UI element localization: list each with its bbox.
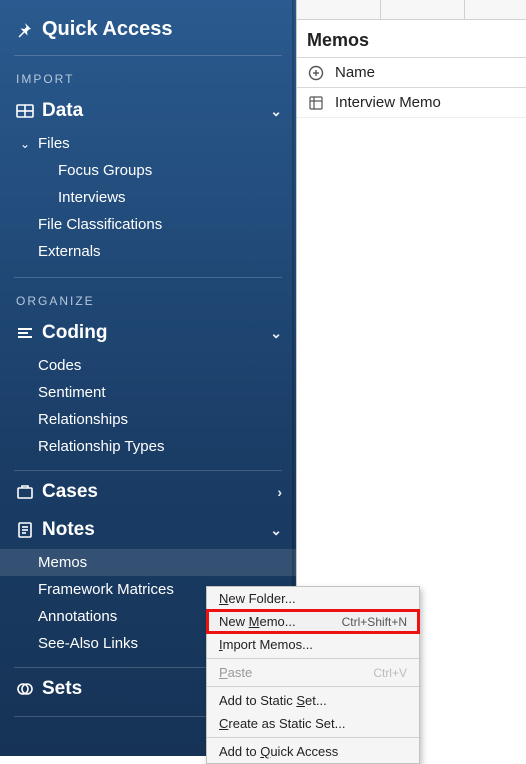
list-item-name: Interview Memo [335, 94, 441, 111]
category-notes[interactable]: Notes ⌄ [0, 511, 296, 549]
chevron-down-icon: ⌄ [270, 522, 282, 539]
sets-icon [14, 680, 36, 698]
menu-separator [207, 686, 419, 687]
menu-label: New Folder... [219, 591, 407, 606]
category-coding[interactable]: Coding ⌄ [0, 314, 296, 352]
menu-label: Import Memos... [219, 637, 407, 652]
label: Memos [38, 554, 87, 571]
sidebar-item-sentiment[interactable]: Sentiment [0, 379, 296, 406]
notes-icon [14, 521, 36, 539]
menu-accel: Ctrl+Shift+N [342, 615, 407, 629]
category-data[interactable]: Data ⌄ [0, 92, 296, 130]
context-menu: New Folder... New Memo... Ctrl+Shift+N I… [206, 586, 420, 764]
label: Sentiment [38, 384, 106, 401]
label: Externals [38, 243, 101, 260]
label: Framework Matrices [38, 581, 174, 598]
tab-placeholder [381, 0, 465, 19]
label: See-Also Links [38, 635, 138, 652]
sidebar-item-files[interactable]: ⌄ Files [0, 130, 296, 157]
menu-new-memo[interactable]: New Memo... Ctrl+Shift+N [207, 610, 419, 633]
menu-accel: Ctrl+V [373, 666, 407, 680]
files-label: Files [38, 135, 70, 152]
category-notes-label: Notes [42, 519, 95, 541]
menu-label: Paste [219, 665, 363, 680]
chevron-down-icon: ⌄ [270, 325, 282, 342]
sidebar-item-interviews[interactable]: Interviews [0, 184, 296, 211]
data-icon [14, 102, 36, 120]
divider [14, 55, 282, 56]
quick-access-label: Quick Access [42, 18, 172, 41]
menu-separator [207, 658, 419, 659]
chevron-down-icon: ⌄ [270, 103, 282, 120]
label: Annotations [38, 608, 117, 625]
label: Codes [38, 357, 81, 374]
menu-add-to-quick-access[interactable]: Add to Quick Access [207, 740, 419, 763]
category-coding-label: Coding [42, 322, 107, 344]
quick-access-header[interactable]: Quick Access [0, 12, 296, 53]
label: Relationships [38, 411, 128, 428]
category-sets-label: Sets [42, 678, 82, 700]
coding-icon [14, 324, 36, 342]
menu-create-as-static-set[interactable]: Create as Static Set... [207, 712, 419, 735]
column-header-name[interactable]: Name [297, 58, 526, 88]
organize-section-label: ORGANIZE [0, 280, 296, 314]
menu-new-folder[interactable]: New Folder... [207, 587, 419, 610]
sidebar-item-memos[interactable]: Memos [0, 549, 296, 576]
sidebar-item-file-classifications[interactable]: File Classifications [0, 211, 296, 238]
panel-title: Memos [297, 20, 526, 58]
memo-icon [305, 95, 327, 111]
column-header-label: Name [335, 64, 375, 81]
menu-separator [207, 737, 419, 738]
sidebar-item-focus-groups[interactable]: Focus Groups [0, 157, 296, 184]
menu-label: Add to Static Set... [219, 693, 407, 708]
add-circle-icon [305, 65, 327, 81]
cases-icon [14, 483, 36, 501]
import-section-label: IMPORT [0, 58, 296, 92]
menu-label: Add to Quick Access [219, 744, 407, 759]
chevron-down-icon: ⌄ [20, 137, 34, 151]
divider [14, 470, 282, 471]
label: Relationship Types [38, 438, 164, 455]
menu-paste: Paste Ctrl+V [207, 661, 419, 684]
pin-icon [16, 22, 32, 38]
menu-add-to-static-set[interactable]: Add to Static Set... [207, 689, 419, 712]
chevron-right-icon: › [277, 484, 282, 500]
tab-placeholder [297, 0, 381, 19]
sidebar-item-codes[interactable]: Codes [0, 352, 296, 379]
list-item[interactable]: Interview Memo [297, 88, 526, 118]
category-cases[interactable]: Cases › [0, 473, 296, 511]
category-data-label: Data [42, 100, 83, 122]
menu-label: New Memo... [219, 614, 332, 629]
sidebar-item-externals[interactable]: Externals [0, 238, 296, 265]
menu-label: Create as Static Set... [219, 716, 407, 731]
menu-import-memos[interactable]: Import Memos... [207, 633, 419, 656]
label: File Classifications [38, 216, 162, 233]
tab-strip [297, 0, 526, 20]
sidebar-item-relationships[interactable]: Relationships [0, 406, 296, 433]
sidebar-item-relationship-types[interactable]: Relationship Types [0, 433, 296, 460]
label: Interviews [58, 189, 126, 206]
label: Focus Groups [58, 162, 152, 179]
category-cases-label: Cases [42, 481, 98, 503]
divider [14, 277, 282, 278]
